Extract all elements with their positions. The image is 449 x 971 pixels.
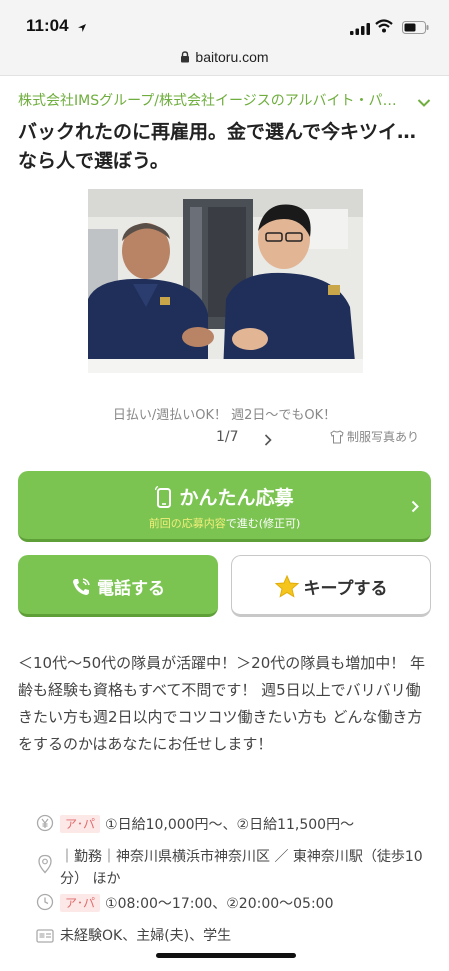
shirt-icon [330,430,344,447]
url-text: baitoru.com [195,49,269,65]
call-button-label: 電話する [97,579,165,599]
photo-pager: 1/7 [216,429,239,445]
easy-apply-sub-rest: で進む(修正可) [225,517,301,530]
id-card-icon [36,928,54,950]
call-button[interactable]: 電話する [18,555,218,617]
easy-apply-label: かんたん応募 [179,487,294,509]
keep-button[interactable]: キープする [231,555,431,617]
clock-icon [36,893,54,918]
battery-icon [402,19,429,38]
keep-button-label: キープする [303,579,388,599]
chevron-down-icon[interactable] [417,93,431,112]
home-indicator[interactable] [156,953,296,958]
job-photo[interactable] [88,189,363,373]
status-time: 11:04 [26,16,69,35]
pay-tag: ア･パ [60,815,101,833]
map-pin-icon [36,854,54,881]
job-intro: ＜10代～50代の隊員が活躍中！＞20代の隊員も増加中！ 年齢も経験も資格もすべ… [18,654,426,753]
chevron-right-icon[interactable] [264,431,272,450]
phone-call-icon [71,577,91,602]
company-name[interactable]: 株式会社IMSグループ/株式会社イージスのアルバイト・パート [18,90,410,110]
easy-apply-sub: 前回の応募内容で進む(修正可) [18,515,431,531]
hours-tag: ア･パ [60,894,101,912]
easy-apply-sub-highlight: 前回の応募内容 [148,517,226,530]
pay-text: ①日給10,000円～、②日給11,500円～ [105,817,355,833]
features-text: 未経験OK、主婦(夫)、学生 [60,928,232,944]
easy-apply-button[interactable]: かんたん応募 前回の応募内容で進む(修正可) [18,471,431,542]
address-bar[interactable]: baitoru.com [0,44,449,76]
hours-text: ①08:00～17:00、②20:00～05:00 [105,896,334,912]
star-icon [274,574,299,603]
yen-icon [36,814,54,839]
signal-icon [350,20,370,39]
location-text: ｜勤務｜神奈川県横浜市神奈川区 ／ 東神奈川駅（徒歩10分） ほか [60,849,423,887]
status-bar: 11:04 [0,0,449,44]
job-headline: バックれたのに再雇用。金で選んで今キツイ…なら人で選ぼう。 [18,121,417,172]
lock-icon [180,50,190,66]
wifi-icon [375,18,393,37]
mobile-phone-icon [155,485,173,513]
chevron-right-icon [411,498,419,517]
uniform-photo-note: 制服写真あり [330,428,419,447]
photo-caption: 日払い/週払いOK！ 週2日～でもOK！ [112,408,337,423]
uniform-note-text: 制服写真あり [347,430,420,444]
location-arrow-icon [77,18,87,37]
